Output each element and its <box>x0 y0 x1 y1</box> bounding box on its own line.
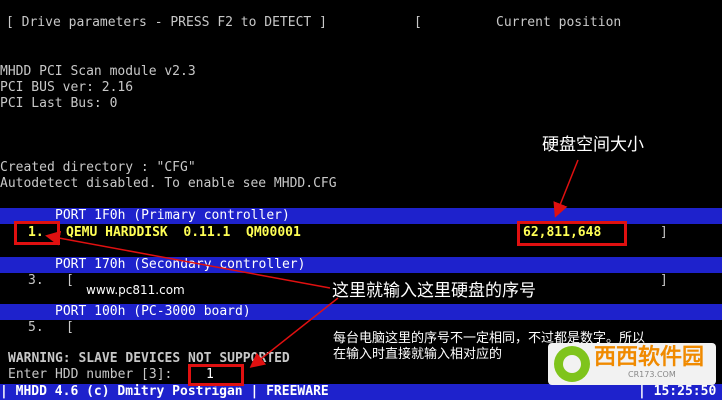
site-logo: 西西软件园 CR173.COM <box>548 343 716 385</box>
annotation-disk-size: 硬盘空间大小 <box>542 135 644 155</box>
logo-name: 西西软件园 <box>594 345 705 370</box>
annotation-note-line-2: 在输入时直接就输入相对应的 <box>333 347 503 362</box>
annotation-enter-number: 这里就输入这里硬盘的序号 <box>332 281 536 301</box>
site-watermark: www.pc811.com <box>86 283 185 297</box>
logo-icon <box>554 346 590 382</box>
logo-sub: CR173.COM <box>628 370 676 379</box>
